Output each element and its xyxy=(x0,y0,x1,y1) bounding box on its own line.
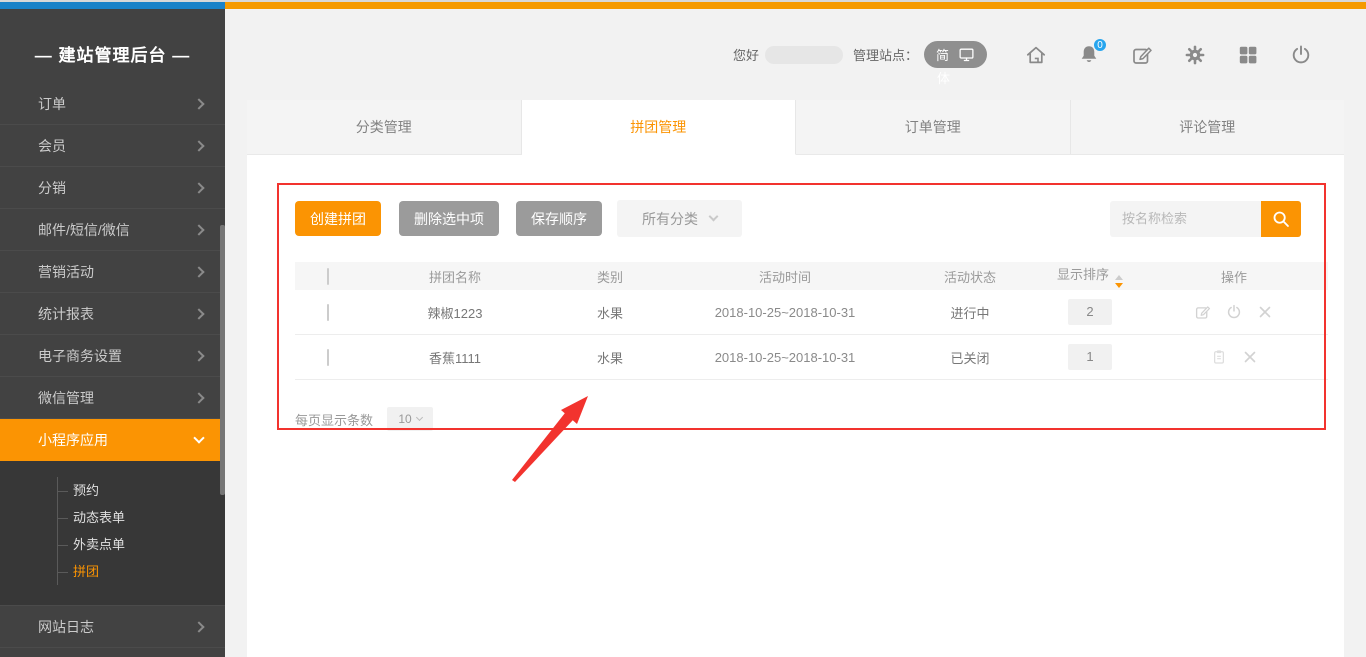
tab-groupbuy-management[interactable]: 拼团管理 xyxy=(522,100,797,155)
chevron-right-icon xyxy=(193,224,204,235)
col-header-time: 活动时间 xyxy=(670,267,900,286)
sidebar-item-site-logs[interactable]: 网站日志 xyxy=(0,606,225,648)
topbar: 您好 管理站点： 简 体 0 xyxy=(225,9,1366,100)
cell-time: 2018-10-25~2018-10-31 xyxy=(670,350,900,365)
gear-icon[interactable] xyxy=(1183,43,1207,67)
greeting-label: 您好 xyxy=(733,45,759,64)
table-row: 香蕉1111 水果 2018-10-25~2018-10-31 已关闭 1 xyxy=(295,335,1328,380)
close-icon[interactable] xyxy=(1256,303,1274,321)
topbar-blue-strip xyxy=(0,2,225,9)
sidebar-item-miniprogram-apps[interactable]: 小程序应用 xyxy=(0,419,225,461)
site-language-switch[interactable]: 简 体 xyxy=(924,41,987,68)
notification-count-badge: 0 xyxy=(1093,38,1107,52)
sidebar-item-ecommerce-settings[interactable]: 电子商务设置 xyxy=(0,335,225,377)
power-icon[interactable] xyxy=(1225,303,1243,321)
per-page-select[interactable]: 10 xyxy=(387,407,433,431)
tab-order-management[interactable]: 订单管理 xyxy=(796,100,1071,154)
cell-category: 水果 xyxy=(550,303,670,322)
pagination: 每页显示条数 10 xyxy=(295,407,1344,431)
edit-icon[interactable] xyxy=(1194,303,1212,321)
copy-icon[interactable] xyxy=(1210,348,1228,366)
sort-value-input[interactable]: 2 xyxy=(1068,299,1112,325)
sort-value-input[interactable]: 1 xyxy=(1068,344,1112,370)
search-bar xyxy=(1110,201,1301,237)
notifications-bell-icon[interactable]: 0 xyxy=(1077,43,1101,67)
chevron-down-icon xyxy=(416,414,423,421)
submenu-item-takeout-order[interactable]: 外卖点单 xyxy=(58,531,225,558)
col-header-status: 活动状态 xyxy=(900,267,1040,286)
power-icon[interactable] xyxy=(1289,43,1313,67)
sidebar-item-reports[interactable]: 统计报表 xyxy=(0,293,225,335)
redacted-username xyxy=(765,46,843,64)
submenu-item-booking[interactable]: 预约 xyxy=(58,477,225,504)
delete-selected-button[interactable]: 删除选中项 xyxy=(399,201,499,236)
save-order-button[interactable]: 保存顺序 xyxy=(516,201,602,236)
submenu-item-dynamic-forms[interactable]: 动态表单 xyxy=(58,504,225,531)
monitor-icon xyxy=(958,46,975,63)
sidebar-scrollbar-thumb[interactable] xyxy=(220,225,225,495)
chevron-right-icon xyxy=(193,392,204,403)
main-area: 您好 管理站点： 简 体 0 xyxy=(225,9,1366,657)
content-panel: 分类管理 拼团管理 订单管理 评论管理 创建拼团 删除选中项 保存顺序 所有分类 xyxy=(247,100,1344,657)
chevron-down-icon xyxy=(709,212,719,222)
create-groupbuy-button[interactable]: 创建拼团 xyxy=(295,201,381,236)
table-header-row: 拼团名称 类别 活动时间 活动状态 显示排序 操作 xyxy=(295,262,1328,290)
tab-category-management[interactable]: 分类管理 xyxy=(247,100,522,154)
chevron-right-icon xyxy=(193,182,204,193)
sidebar-item-wechat-management[interactable]: 微信管理 xyxy=(0,377,225,419)
sidebar-item-distribution[interactable]: 分销 xyxy=(0,167,225,209)
sidebar-menu: 订单 会员 分销 邮件/短信/微信 营销活动 统计报表 电子商务设置 微信管理 xyxy=(0,83,225,648)
chevron-right-icon xyxy=(193,140,204,151)
tab-comment-management[interactable]: 评论管理 xyxy=(1071,100,1345,154)
chevron-right-icon xyxy=(193,266,204,277)
chevron-right-icon xyxy=(193,350,204,361)
topbar-orange-strip xyxy=(225,2,1366,9)
row-checkbox[interactable] xyxy=(327,304,329,321)
cell-name: 香蕉1111 xyxy=(360,348,550,367)
chevron-right-icon xyxy=(193,98,204,109)
select-all-checkbox[interactable] xyxy=(327,268,329,285)
sidebar-item-mail-sms-wechat[interactable]: 邮件/短信/微信 xyxy=(0,209,225,251)
search-button[interactable] xyxy=(1261,201,1301,237)
chevron-down-icon xyxy=(193,432,204,443)
col-header-name: 拼团名称 xyxy=(360,267,550,286)
sort-toggle-icon[interactable] xyxy=(1115,275,1123,288)
tab-bar: 分类管理 拼团管理 订单管理 评论管理 xyxy=(247,100,1344,155)
app-title: — 建站管理后台 — xyxy=(0,9,225,97)
close-icon[interactable] xyxy=(1241,348,1259,366)
cell-name: 辣椒1223 xyxy=(360,303,550,322)
cell-status: 已关闭 xyxy=(900,348,1040,367)
search-input[interactable] xyxy=(1110,201,1261,237)
apps-grid-icon[interactable] xyxy=(1236,43,1260,67)
edit-icon[interactable] xyxy=(1130,43,1154,67)
chevron-right-icon xyxy=(193,308,204,319)
chevron-right-icon xyxy=(193,621,204,632)
col-header-category: 类别 xyxy=(550,267,670,286)
miniprogram-submenu: 预约 动态表单 外卖点单 拼团 xyxy=(0,461,225,606)
groupbuy-table: 拼团名称 类别 活动时间 活动状态 显示排序 操作 辣椒1223 水果 2018… xyxy=(295,262,1328,380)
col-header-sort: 显示排序 xyxy=(1057,267,1109,282)
table-row: 辣椒1223 水果 2018-10-25~2018-10-31 进行中 2 xyxy=(295,290,1328,335)
submenu-item-group-buy[interactable]: 拼团 xyxy=(58,558,225,585)
category-filter-dropdown[interactable]: 所有分类 xyxy=(617,200,742,237)
cell-category: 水果 xyxy=(550,348,670,367)
row-checkbox[interactable] xyxy=(327,349,329,366)
toolbar: 创建拼团 删除选中项 保存顺序 所有分类 xyxy=(295,200,1301,237)
col-header-operations: 操作 xyxy=(1140,267,1328,286)
per-page-label: 每页显示条数 xyxy=(295,410,373,429)
sidebar-item-members[interactable]: 会员 xyxy=(0,125,225,167)
sidebar-item-marketing[interactable]: 营销活动 xyxy=(0,251,225,293)
home-icon[interactable] xyxy=(1024,43,1048,67)
sidebar: — 建站管理后台 — 订单 会员 分销 邮件/短信/微信 营销活动 统计报表 电… xyxy=(0,9,225,657)
cell-status: 进行中 xyxy=(900,303,1040,322)
manage-site-label: 管理站点： xyxy=(853,45,918,64)
cell-time: 2018-10-25~2018-10-31 xyxy=(670,305,900,320)
search-icon xyxy=(1270,208,1292,230)
